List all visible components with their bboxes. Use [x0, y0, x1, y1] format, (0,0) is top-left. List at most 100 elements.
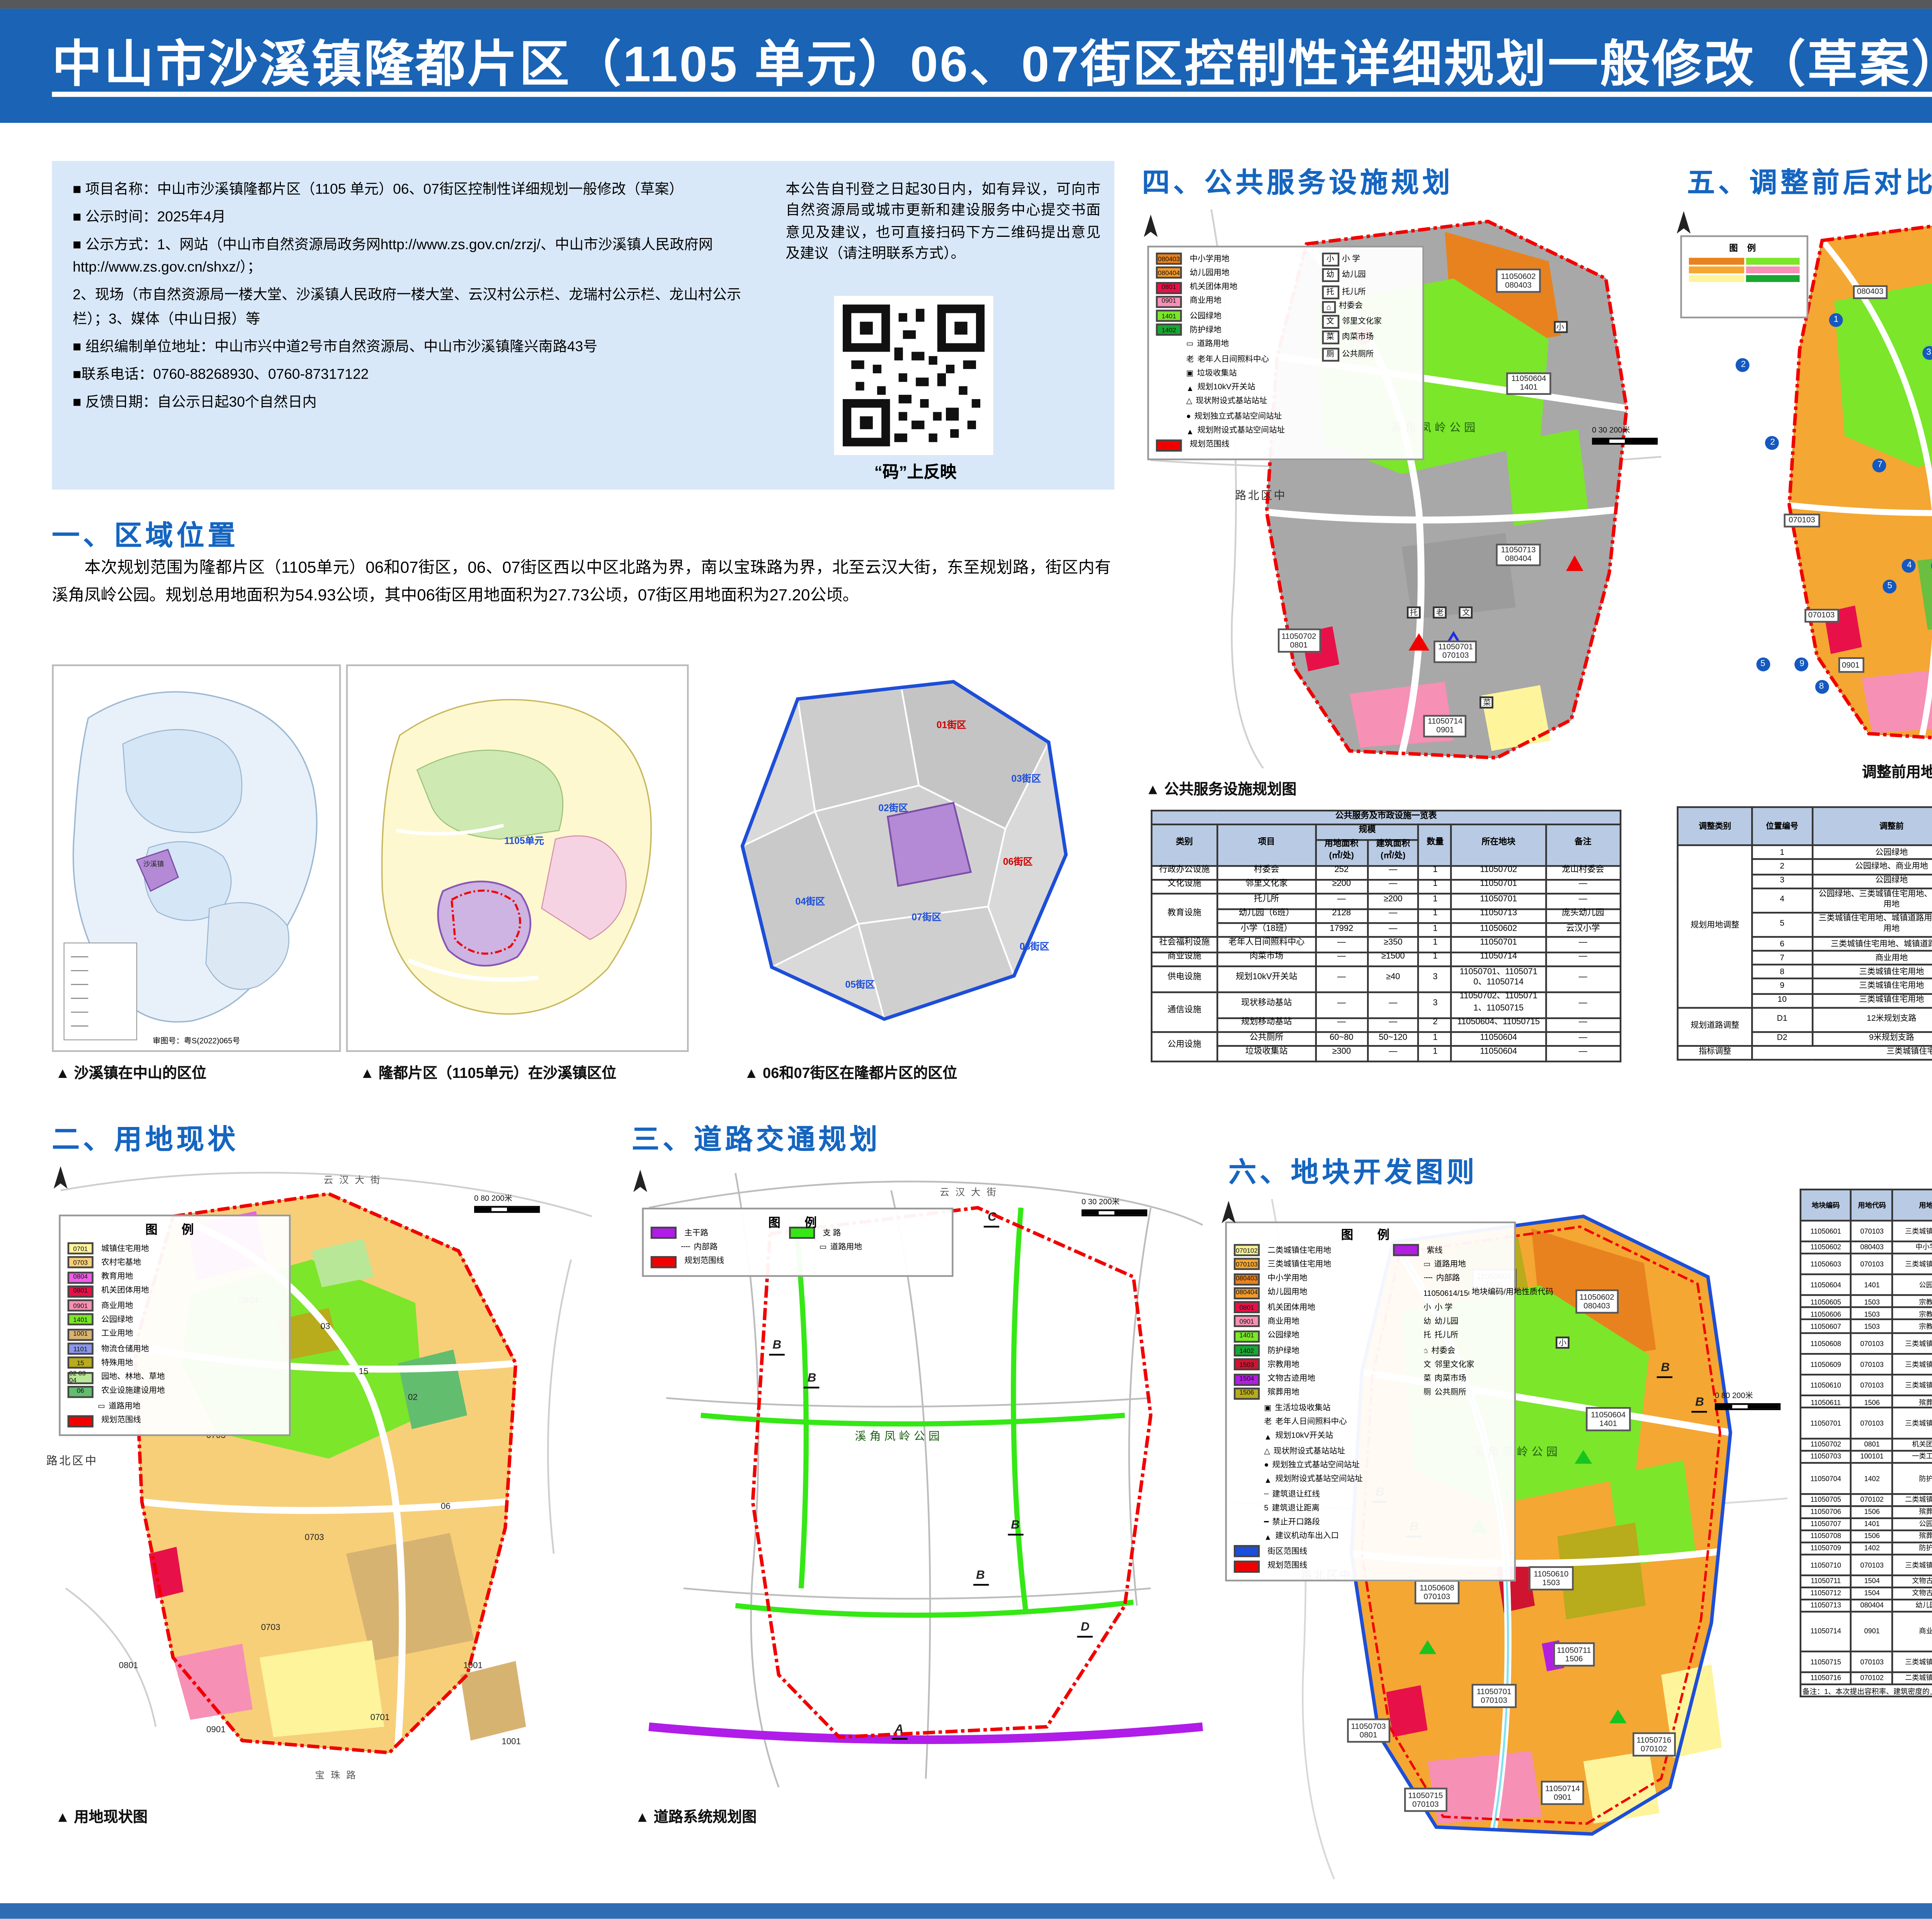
legend-label: 防护绿地	[1189, 325, 1222, 334]
legend-label: 中小学用地	[1189, 253, 1230, 262]
table-cell: 11050604	[1451, 1031, 1546, 1048]
table-cell: —	[1315, 1016, 1368, 1033]
legend-symbol: 厕	[1322, 347, 1338, 361]
table-cell: 三类城镇住宅用地	[1811, 978, 1932, 994]
notice-item: ■ 组织编制单位地址：中山市兴中道2号市自然资源局、中山市沙溪镇隆兴南路43号	[73, 337, 598, 354]
table-row: 11050710070103三类城镇住宅用地79936.11.5————3030…	[1799, 1553, 1932, 1576]
legend-title: 图 例	[768, 1218, 827, 1231]
legend-symbol: 托	[1322, 285, 1338, 299]
legend-item: ▲ 规划10kV开关站	[1234, 1431, 1393, 1443]
map-label: B	[973, 1571, 988, 1586]
legend-label: 商业用地	[1267, 1316, 1299, 1326]
table-cell: 5	[1751, 911, 1813, 938]
legend-swatch: 0703	[67, 1256, 94, 1269]
legend-label: 紫线	[1427, 1245, 1443, 1254]
legend-label: 托儿所	[1434, 1331, 1459, 1340]
table-cell: 1402	[1850, 1541, 1894, 1555]
qr-code	[834, 296, 993, 455]
table-note-row: 备注：1、本次提出容积率、建筑密度的上限，绿地率的下限（工业用地除外）；2、配建…	[1799, 1683, 1932, 1698]
legend-item: 1402 防护绿地	[1234, 1344, 1393, 1357]
table-cell: 所在地块	[1451, 824, 1546, 866]
legend-label: 生活垃圾收集站	[1275, 1402, 1331, 1412]
legend-item: 文 邻里文化家	[1322, 315, 1412, 329]
legend-symbol: ▭	[1423, 1259, 1431, 1268]
section6-heading: 六、地块开发图则	[1228, 1159, 1478, 1189]
table-row: 11050602080403中小学用地17991.811.0————4030——…	[1799, 1240, 1932, 1254]
legend-symbol: 老	[1186, 354, 1194, 363]
legend-symbol: 托	[1423, 1331, 1431, 1340]
legend-swatch: 070102	[1234, 1244, 1260, 1256]
map-label: 1105单元	[504, 837, 544, 848]
legend-item: 1506 殡葬用地	[1234, 1387, 1393, 1400]
legend-label: 街区范围线	[1267, 1546, 1308, 1555]
map-label: 04街区	[795, 897, 825, 908]
legend-label: 机关团体用地	[1189, 282, 1238, 291]
legend-label: 文物古迹用地	[1267, 1374, 1315, 1383]
legend-item: 0801 机关团体用地	[1156, 281, 1322, 294]
legend-code: 1401	[1239, 1333, 1254, 1340]
map-before-adjustment: 图 例 080403107010323314012740701032464507…	[1675, 197, 1932, 755]
table-cell: 3	[1418, 965, 1453, 993]
legend-label: 邻里文化家	[1434, 1360, 1475, 1368]
table-cell: 商业用地	[1892, 1611, 1932, 1652]
table-cell: 规划用地调整	[1677, 845, 1753, 1008]
map-label: 11050604 1401	[1586, 1407, 1630, 1431]
legend-symbol: ⌂	[1322, 301, 1335, 313]
map-label: 文	[1459, 605, 1473, 618]
legend-item: ▣ 垃圾收集站	[1156, 367, 1322, 379]
landuse-legend: 图 例 0701 城镇住宅用地 0703 农村宅基地 0804 教育用地 080…	[59, 1214, 291, 1436]
legend-label: 托儿所	[1342, 286, 1366, 295]
table-cell: 文化设施	[1151, 879, 1218, 895]
notice-item: 2、现场（市自然资源局一楼大堂、沙溪镇人民政府一楼大堂、云汉村公示栏、龙瑞村公示…	[73, 286, 741, 326]
table-cell: 11050702、11050711、11050715	[1451, 991, 1546, 1019]
road-legend: 图 例 主干路 支 路 ╌╌ 内部路 ▭ 道路用地 规划范围线	[642, 1207, 954, 1277]
legend-item: ⌂ 村委会	[1393, 1344, 1500, 1356]
map-caption: 调整前用地规划图	[1862, 763, 1932, 780]
table-cell: 11050609	[1799, 1352, 1852, 1376]
legend-label: 现状附设式基站站址	[1196, 397, 1267, 406]
table-cell: 用地性质	[1892, 1188, 1932, 1221]
legend-label: 公共厕所	[1434, 1388, 1466, 1397]
legend-label: 禁止开口路段	[1272, 1518, 1320, 1526]
legend-swatch: 06	[67, 1385, 94, 1398]
map-landuse-current: 图 例 0701 城镇住宅用地 0703 农村宅基地 0804 教育用地 080…	[43, 1156, 599, 1796]
scale-text: 0 80 200米	[474, 1194, 512, 1203]
table-cell: 11050701、11050710、11050714	[1451, 965, 1546, 993]
legend-item: ● 规划独立式基站空间站址	[1234, 1459, 1393, 1471]
legend-item: 0703 农村宅基地	[67, 1256, 282, 1269]
legend-label: 幼儿园用地	[1189, 268, 1230, 277]
table-cell: 云汉小学	[1544, 922, 1622, 939]
table-cell: 11050715	[1799, 1650, 1852, 1673]
map-label: 小	[1553, 320, 1567, 333]
legend-item: 1504 文物古迹用地	[1234, 1373, 1393, 1385]
table-row: 规划用地调整1公园绿地中小学用地1.0≤30≥4018根据《市国土空间总体规划》…	[1677, 845, 1932, 1008]
parcel-table-body: 11050601070103三类城镇住宅用地3571.831.5————3030…	[1799, 1219, 1932, 1686]
map-label: 02	[408, 1392, 418, 1403]
table-row: 110507140901商业用地8632.973.0————3540——2460…	[1799, 1611, 1932, 1652]
map-caption: ▲ 公共服务设施规划图	[1145, 780, 1297, 798]
table-cell: 11050706	[1799, 1504, 1852, 1518]
section1-heading: 一、区域位置	[52, 522, 239, 552]
section2-heading: 二、用地现状	[52, 1126, 239, 1156]
table-cell: 村委会	[1216, 864, 1317, 880]
map-label: 0701	[370, 1712, 390, 1723]
legend-label: 机关团体用地	[101, 1286, 149, 1295]
notice-item: ■ 公示时间：2025年4月	[73, 207, 226, 225]
legend-label: 规划10kV开关站	[1275, 1431, 1333, 1440]
map-label: 07街区	[912, 912, 941, 923]
scale-text: 0 30 200米	[1592, 425, 1630, 435]
table-cell: 50~120	[1366, 1031, 1420, 1048]
map-longdu-graphic	[740, 680, 1068, 1021]
legend-code: 1503	[1239, 1361, 1254, 1368]
legend-label: 规划范围线	[1267, 1560, 1308, 1569]
legend-item: ╌╌ 内部路	[651, 1241, 775, 1253]
legend-label: 规划附设式基站空间站址	[1197, 425, 1285, 435]
qr-code-graphic	[842, 304, 985, 447]
table-cell: 规划10kV开关站	[1216, 965, 1317, 993]
legend-code: 1506	[1239, 1390, 1254, 1397]
legend-swatch: 0801	[1156, 281, 1182, 294]
table-cell: 老年人日间照料中心	[1216, 937, 1317, 953]
legend-code: 080403	[1158, 255, 1180, 262]
map-label: A	[891, 1724, 907, 1740]
table-cell: 二类城镇住宅用地	[1892, 1671, 1932, 1686]
